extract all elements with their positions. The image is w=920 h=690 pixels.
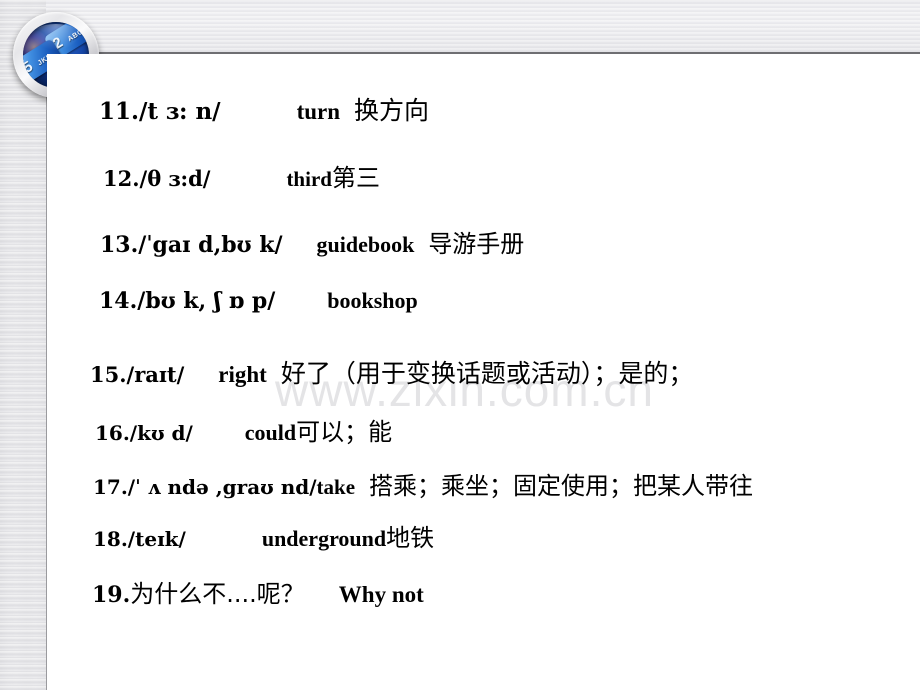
vocabulary-line-18: 18./teɪk/underground地铁 xyxy=(93,518,434,553)
vocabulary-line-12: 12./θ ɜ:d/third第三 xyxy=(103,158,380,193)
vocab-ipa-12: /θ ɜ:d/ xyxy=(139,166,211,191)
vocabulary-line-15: 15./raɪt/right 好了（用于变换话题或活动）；是的； xyxy=(90,354,693,390)
vocab-english-11: turn xyxy=(296,99,341,124)
vocab-number-17: 17. xyxy=(93,475,128,499)
vocab-ipa-11: /t ɜ: n/ xyxy=(139,98,221,125)
left-metal-strip xyxy=(0,0,46,690)
vocab-number-15: 15. xyxy=(90,362,127,387)
vocab-ipa-17: /ˈ ʌ ndə ,graʊ nd/ xyxy=(127,475,317,499)
vocab-number-12: 12. xyxy=(103,166,140,191)
keypad-key-5-digit: 5 xyxy=(23,57,36,77)
badge-sheen xyxy=(29,24,83,50)
top-metal-bar xyxy=(46,0,920,52)
vocab-english-16: could xyxy=(244,420,297,445)
vocab-number-16: 16. xyxy=(95,421,130,445)
vocab-english-14: bookshop xyxy=(327,288,418,313)
vocab-chinese-17: 搭乘；乘坐；固定使用；把某人带往 xyxy=(369,472,754,500)
vocab-number-13: 13. xyxy=(100,232,139,258)
vocabulary-line-17: 17./ˈ ʌ ndə ,graʊ nd/take 搭乘；乘坐；固定使用；把某人带… xyxy=(93,466,753,501)
vocabulary-line-14: 14./bʊ k, ʃ ɒ p/bookshop xyxy=(99,288,418,314)
vocabulary-list: 11./t ɜ: n/turn 换方向 12./θ ɜ:d/third第三 13.… xyxy=(47,54,920,690)
vocab-chinese-12: 第三 xyxy=(331,164,380,192)
vocabulary-line-11: 11./t ɜ: n/turn 换方向 xyxy=(99,91,429,127)
vocab-ipa-16: /kʊ d/ xyxy=(129,421,193,445)
vocab-ipa-14: /bʊ k, ʃ ɒ p/ xyxy=(137,288,276,314)
vocab-ipa-13: /ˈgaɪ d,bʊ k/ xyxy=(138,232,283,258)
vocab-number-18: 18. xyxy=(93,527,128,551)
vocab-english-13: guidebook xyxy=(316,232,415,257)
vocab-chinese-18: 地铁 xyxy=(386,524,435,552)
vocab-chinese-16: 可以；能 xyxy=(296,418,393,446)
slide-content-area: www.zixin.com.cn 11./t ɜ: n/turn 换方向 12./… xyxy=(47,54,920,690)
slide-canvas: 2 ABC 5 JKL www.zixin.com.cn 11./t ɜ: n/… xyxy=(0,0,920,690)
vocab-ipa-18: /teɪk/ xyxy=(127,527,186,551)
vocabulary-line-13: 13./ˈgaɪ d,bʊ k/guidebook 导游手册 xyxy=(100,224,524,259)
vocab-chinese-13: 导游手册 xyxy=(428,230,525,258)
vocab-chinese-19: 为什么不....呢？ xyxy=(130,580,305,608)
vocab-ipa-15: /raɪt/ xyxy=(126,362,185,387)
vocabulary-line-16: 16./kʊ d/could可以；能 xyxy=(95,412,392,447)
vocab-chinese-15: 好了（用于变换话题或活动）；是的； xyxy=(280,359,694,388)
vocab-english-17: take xyxy=(316,475,356,499)
vocab-number-19: 19. xyxy=(92,582,131,608)
vocab-number-11: 11. xyxy=(99,98,140,125)
vocab-english-15: right xyxy=(218,362,267,387)
vocab-english-12: third xyxy=(286,167,332,191)
vocab-english-19: Why not xyxy=(338,582,424,607)
vocabulary-line-19: 19.为什么不....呢？ Why not xyxy=(92,574,424,609)
vocab-chinese-11: 换方向 xyxy=(354,96,430,125)
vocab-english-18: underground xyxy=(261,526,387,551)
vocab-number-14: 14. xyxy=(99,288,138,314)
